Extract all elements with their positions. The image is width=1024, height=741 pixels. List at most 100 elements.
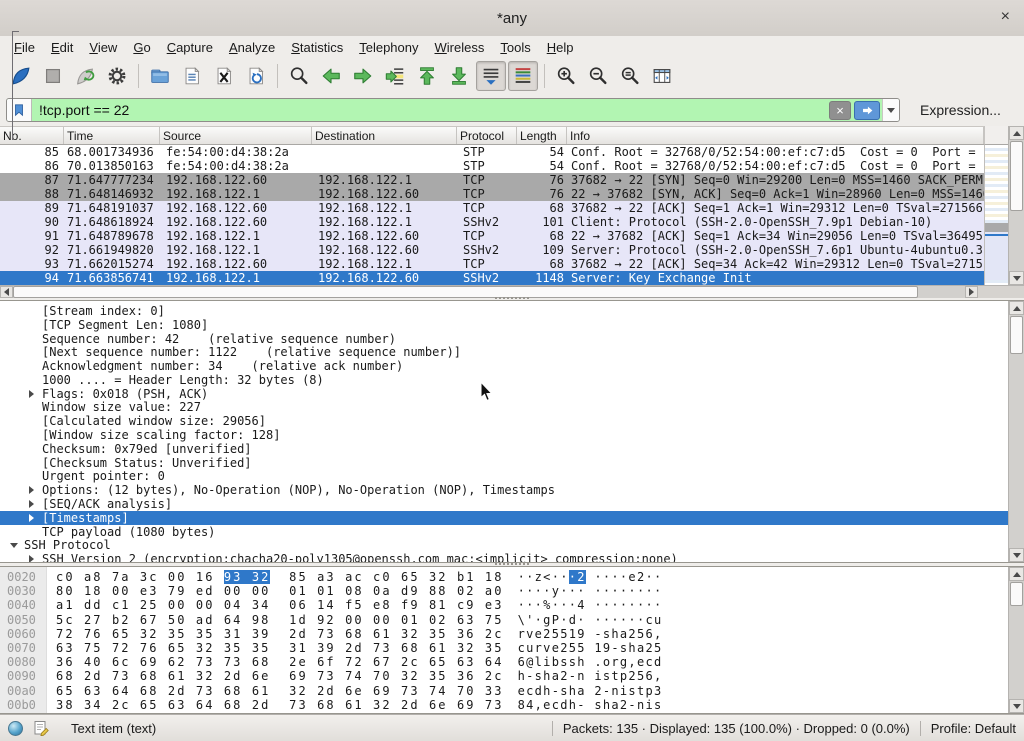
column-header-time[interactable]: Time xyxy=(64,127,160,144)
packet-list-vscrollbar[interactable] xyxy=(1008,126,1024,285)
detail-line[interactable]: Sequence number: 42 (relative sequence n… xyxy=(0,332,1024,346)
packet-row[interactable]: 9071.648618924192.168.122.60192.168.122.… xyxy=(0,215,984,229)
column-header-destination[interactable]: Destination xyxy=(312,127,457,144)
menu-statistics[interactable]: Statistics xyxy=(283,38,351,57)
bookmark-icon[interactable] xyxy=(7,99,32,121)
detail-line[interactable]: Acknowledgment number: 34 (relative ack … xyxy=(0,359,1024,373)
apply-filter-icon[interactable] xyxy=(854,101,880,120)
filter-history-caret-icon[interactable] xyxy=(882,99,899,121)
filter-field[interactable]: !tcp.port == 22 × xyxy=(6,98,900,122)
auto-scroll-button[interactable] xyxy=(476,61,506,91)
scrollbar-thumb[interactable] xyxy=(1010,582,1023,606)
hex-row[interactable]: 009068 2d 73 68 61 32 2d 6e 69 73 74 70 … xyxy=(0,669,1024,683)
detail-line[interactable]: [Next sequence number: 1122 (relative se… xyxy=(0,345,1024,359)
expression-button[interactable]: Expression... xyxy=(920,102,1001,118)
expander-icon[interactable] xyxy=(26,486,37,494)
zoom-100-button[interactable] xyxy=(615,61,645,91)
detail-line[interactable]: [Checksum Status: Unverified] xyxy=(0,456,1024,470)
detail-line[interactable]: [Stream index: 0] xyxy=(0,304,1024,318)
expander-icon[interactable] xyxy=(26,514,37,522)
packet-row[interactable]: 8670.013850163fe:54:00:d4:38:2aSTP54Conf… xyxy=(0,159,984,173)
scroll-down-icon[interactable] xyxy=(1009,699,1024,713)
detail-line[interactable]: 1000 .... = Header Length: 32 bytes (8) xyxy=(0,373,1024,387)
expander-icon[interactable] xyxy=(26,500,37,508)
scrollbar-thumb[interactable] xyxy=(1010,316,1023,354)
packet-row[interactable]: 9271.661949820192.168.122.1192.168.122.6… xyxy=(0,243,984,257)
detail-line[interactable]: Checksum: 0x79ed [unverified] xyxy=(0,442,1024,456)
menu-wireless[interactable]: Wireless xyxy=(427,38,493,57)
hex-row[interactable]: 00a065 63 64 68 2d 73 68 61 32 2d 6e 69 … xyxy=(0,684,1024,698)
open-file-button[interactable] xyxy=(145,61,175,91)
column-header-source[interactable]: Source xyxy=(160,127,312,144)
go-to-top-button[interactable] xyxy=(412,61,442,91)
close-file-button[interactable] xyxy=(209,61,239,91)
column-header-info[interactable]: Info xyxy=(567,127,984,144)
restart-capture-button[interactable] xyxy=(70,61,100,91)
scroll-up-icon[interactable] xyxy=(1009,301,1024,315)
filter-input[interactable]: !tcp.port == 22 xyxy=(32,102,829,118)
column-header-no[interactable]: No. xyxy=(0,127,64,144)
packet-row[interactable]: 9471.663856741192.168.122.1192.168.122.6… xyxy=(0,271,984,285)
scroll-down-icon[interactable] xyxy=(1009,271,1024,285)
menu-edit[interactable]: Edit xyxy=(43,38,81,57)
detail-line[interactable]: Urgent pointer: 0 xyxy=(0,470,1024,484)
capture-options-button[interactable] xyxy=(102,61,132,91)
hex-row[interactable]: 007063 75 72 76 65 32 35 35 31 39 2d 73 … xyxy=(0,641,1024,655)
expert-info-icon[interactable] xyxy=(8,721,23,736)
hex-row[interactable]: 003080 18 00 e3 79 ed 00 00 01 01 08 0a … xyxy=(0,584,1024,598)
column-header-length[interactable]: Length xyxy=(517,127,567,144)
hex-row[interactable]: 008036 40 6c 69 62 73 73 68 2e 6f 72 67 … xyxy=(0,655,1024,669)
detail-line[interactable]: [Timestamps] xyxy=(0,511,1024,525)
save-file-button[interactable] xyxy=(177,61,207,91)
detail-line[interactable]: Flags: 0x018 (PSH, ACK) xyxy=(0,387,1024,401)
hex-row[interactable]: 0040a1 dd c1 25 00 00 04 34 06 14 f5 e8 … xyxy=(0,598,1024,612)
menu-tools[interactable]: Tools xyxy=(492,38,538,57)
capture-comment-icon[interactable] xyxy=(33,720,49,736)
hex-row[interactable]: 00505c 27 b2 67 50 ad 64 98 1d 92 00 00 … xyxy=(0,613,1024,627)
menu-go[interactable]: Go xyxy=(125,38,158,57)
detail-line[interactable]: Options: (12 bytes), No-Operation (NOP),… xyxy=(0,483,1024,497)
scroll-down-icon[interactable] xyxy=(1009,548,1024,562)
packet-list-minimap[interactable] xyxy=(984,145,1008,285)
detail-line[interactable]: [Window size scaling factor: 128] xyxy=(0,428,1024,442)
menu-analyze[interactable]: Analyze xyxy=(221,38,283,57)
menu-capture[interactable]: Capture xyxy=(159,38,221,57)
detail-line[interactable]: TCP payload (1080 bytes) xyxy=(0,525,1024,539)
find-packet-button[interactable] xyxy=(284,61,314,91)
details-vscrollbar[interactable] xyxy=(1008,301,1024,562)
hex-row[interactable]: 0020c0 a8 7a 3c 00 16 93 32 85 a3 ac c0 … xyxy=(0,570,1024,584)
stop-capture-button[interactable] xyxy=(38,61,68,91)
hex-row[interactable]: 00b038 34 2c 65 63 64 68 2d 73 68 61 32 … xyxy=(0,698,1024,712)
zoom-out-button[interactable] xyxy=(583,61,613,91)
menu-file[interactable]: File xyxy=(6,38,43,57)
start-capture-button[interactable] xyxy=(6,61,36,91)
detail-line[interactable]: [SEQ/ACK analysis] xyxy=(0,497,1024,511)
expander-icon[interactable] xyxy=(26,390,37,398)
menu-help[interactable]: Help xyxy=(539,38,582,57)
hex-vscrollbar[interactable] xyxy=(1008,567,1024,713)
reload-file-button[interactable] xyxy=(241,61,271,91)
scroll-up-icon[interactable] xyxy=(1009,126,1024,140)
go-back-button[interactable] xyxy=(316,61,346,91)
zoom-in-button[interactable] xyxy=(551,61,581,91)
packet-row[interactable]: 8971.648191037192.168.122.60192.168.122.… xyxy=(0,201,984,215)
colorize-button[interactable] xyxy=(508,61,538,91)
packet-row[interactable]: 8771.647777234192.168.122.60192.168.122.… xyxy=(0,173,984,187)
hex-row[interactable]: 006072 76 65 32 35 35 31 39 2d 73 68 61 … xyxy=(0,627,1024,641)
column-header-protocol[interactable]: Protocol xyxy=(457,127,517,144)
detail-line[interactable]: [Calculated window size: 29056] xyxy=(0,414,1024,428)
expander-icon[interactable] xyxy=(8,543,19,548)
packet-row[interactable]: 8871.648146932192.168.122.1192.168.122.6… xyxy=(0,187,984,201)
profile-selector[interactable]: Profile: Default xyxy=(931,721,1016,736)
detail-line[interactable]: Window size value: 227 xyxy=(0,401,1024,415)
packet-row[interactable]: 8568.001734936fe:54:00:d4:38:2aSTP54Conf… xyxy=(0,145,984,159)
detail-line[interactable]: [TCP Segment Len: 1080] xyxy=(0,318,1024,332)
menu-view[interactable]: View xyxy=(81,38,125,57)
clear-filter-icon[interactable]: × xyxy=(829,101,851,120)
packet-row[interactable]: 9371.662015274192.168.122.60192.168.122.… xyxy=(0,257,984,271)
go-to-bottom-button[interactable] xyxy=(444,61,474,91)
detail-line[interactable]: SSH Protocol xyxy=(0,539,1024,553)
menu-telephony[interactable]: Telephony xyxy=(351,38,426,57)
scrollbar-thumb[interactable] xyxy=(1010,141,1023,211)
go-forward-button[interactable] xyxy=(348,61,378,91)
